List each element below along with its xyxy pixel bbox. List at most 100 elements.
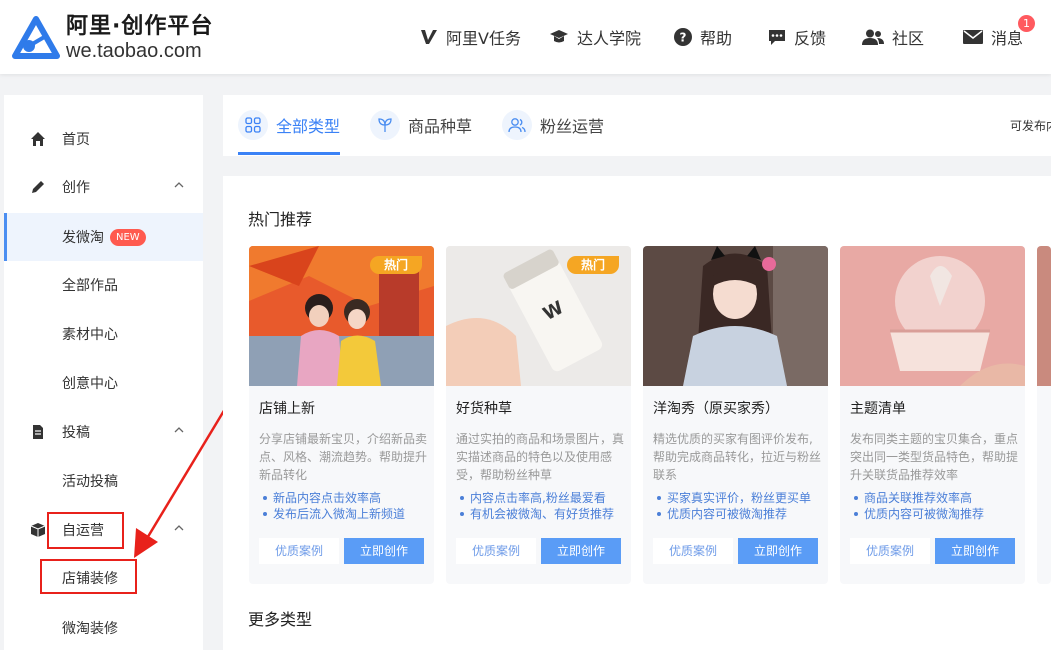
message-count-badge: 1 bbox=[1018, 15, 1035, 32]
nav-messages-label: 消息 bbox=[991, 29, 1024, 48]
nav-community[interactable]: 社区 bbox=[862, 26, 924, 48]
quality-case-button[interactable]: 优质案例 bbox=[456, 538, 536, 564]
logo-url: we.taobao.com bbox=[66, 40, 202, 62]
chat-bubble-icon bbox=[769, 29, 785, 45]
hot-badge: 热门 bbox=[370, 256, 422, 274]
pencil-icon bbox=[32, 181, 44, 193]
card-image[interactable] bbox=[1037, 246, 1051, 386]
card-image[interactable] bbox=[643, 246, 828, 386]
card-good-product: W 热门 好货种草 通过实拍的商品和场景图片，真实描述商品的特色以及使用感受，帮… bbox=[446, 246, 631, 584]
envelope-icon bbox=[963, 30, 983, 44]
grid-icon bbox=[238, 110, 268, 140]
sidebar-item-label: 素材中心 bbox=[62, 327, 118, 343]
v-icon bbox=[421, 30, 437, 44]
sidebar-item-label: 投稿 bbox=[62, 425, 90, 441]
nav-feedback-label: 反馈 bbox=[794, 29, 827, 48]
card-feature-list: 新品内容点击效率高 发布后流入微淘上新频道 bbox=[259, 490, 434, 522]
top-header: 阿里·创作平台 we.taobao.com 阿里V任务 达人学院 ? 帮助 反馈… bbox=[0, 0, 1051, 74]
card-description: 精选优质的买家有图评价发布,帮助完成商品转化，拉近与粉丝联系 bbox=[653, 432, 822, 482]
sidebar-item-label: 创意中心 bbox=[62, 376, 118, 392]
sprout-icon bbox=[370, 110, 400, 140]
sidebar-item-post-weitao[interactable]: 发微淘 NEW bbox=[4, 213, 203, 261]
fans-icon bbox=[502, 110, 532, 140]
chevron-up-icon bbox=[174, 182, 184, 188]
graduation-cap-icon bbox=[550, 30, 568, 43]
card-feature: 有机会被微淘、有好货推荐 bbox=[456, 506, 631, 522]
card-feature: 优质内容可被微淘推荐 bbox=[653, 506, 828, 522]
nav-v-task[interactable]: 阿里V任务 bbox=[420, 26, 521, 48]
main-content: 热门推荐 热门 店铺上新 分享店铺最新宝贝，介绍新品卖点、风格、潮流趋势。帮助提… bbox=[223, 176, 1051, 650]
sidebar-item-label: 发微淘 bbox=[62, 230, 104, 246]
quality-case-button[interactable]: 优质案例 bbox=[653, 538, 733, 564]
create-now-button[interactable]: 立即创作 bbox=[541, 538, 621, 564]
card-image[interactable] bbox=[840, 246, 1025, 386]
category-tabs: 全部类型 商品种草 粉丝运营 可发布内 bbox=[223, 95, 1051, 156]
card-description: 分享店铺最新宝贝，介绍新品卖点、风格、潮流趋势。帮助提升新品转化 bbox=[259, 432, 428, 482]
nav-feedback[interactable]: 反馈 bbox=[768, 26, 826, 48]
sidebar-item-label: 微淘装修 bbox=[62, 621, 118, 637]
nav-v-task-label: 阿里V任务 bbox=[446, 29, 521, 48]
card-image[interactable]: 热门 bbox=[249, 246, 434, 386]
card-feature-list: 买家真实评价，粉丝更买单 优质内容可被微淘推荐 bbox=[653, 490, 828, 522]
home-icon bbox=[31, 132, 45, 146]
sidebar-item-create[interactable]: 创作 bbox=[4, 163, 203, 211]
card-shop-new: 热门 店铺上新 分享店铺最新宝贝，介绍新品卖点、风格、潮流趋势。帮助提升新品转化… bbox=[249, 246, 434, 584]
help-icon: ? bbox=[674, 28, 692, 46]
sidebar-item-weitao-decor[interactable]: 微淘装修 bbox=[4, 604, 203, 650]
quality-case-button[interactable]: 优质案例 bbox=[850, 538, 930, 564]
highlight-box-shop-decor bbox=[40, 559, 137, 594]
annotation-arrow bbox=[134, 403, 230, 558]
tab-all-types[interactable]: 全部类型 bbox=[238, 109, 340, 141]
card-partial bbox=[1037, 246, 1051, 584]
card-image[interactable]: W 热门 bbox=[446, 246, 631, 386]
card-title: 好货种草 bbox=[456, 401, 512, 417]
tab-product-seeding[interactable]: 商品种草 bbox=[370, 109, 472, 141]
card-feature: 新品内容点击效率高 bbox=[259, 490, 434, 506]
card-theme-list: 主题清单 发布同类主题的宝贝集合，重点突出同一类型货品特色，帮助提升关联货品推荐… bbox=[840, 246, 1025, 584]
tab-label: 商品种草 bbox=[408, 117, 473, 136]
nav-help[interactable]: ? 帮助 bbox=[674, 26, 732, 48]
nav-messages[interactable]: 消息 bbox=[963, 26, 1023, 48]
create-now-button[interactable]: 立即创作 bbox=[738, 538, 818, 564]
section-title-more: 更多类型 bbox=[248, 610, 313, 629]
document-icon bbox=[33, 425, 43, 439]
card-feature: 发布后流入微淘上新频道 bbox=[259, 506, 434, 522]
nav-academy-label: 达人学院 bbox=[577, 29, 642, 48]
users-icon bbox=[862, 29, 884, 45]
card-feature: 商品关联推荐效率高 bbox=[850, 490, 1025, 506]
sidebar-item-label: 活动投稿 bbox=[62, 474, 118, 490]
create-now-button[interactable]: 立即创作 bbox=[935, 538, 1015, 564]
logo-icon bbox=[12, 16, 60, 60]
sidebar-item-all-works[interactable]: 全部作品 bbox=[4, 261, 203, 309]
card-feature-list: 商品关联推荐效率高 优质内容可被微淘推荐 bbox=[850, 490, 1025, 522]
card-feature-list: 内容点击率高,粉丝最爱看 有机会被微淘、有好货推荐 bbox=[456, 490, 631, 522]
card-feature: 买家真实评价，粉丝更买单 bbox=[653, 490, 828, 506]
section-title-hot: 热门推荐 bbox=[248, 210, 313, 229]
new-badge: NEW bbox=[110, 229, 146, 246]
tab-label: 粉丝运营 bbox=[540, 117, 605, 136]
nav-community-label: 社区 bbox=[892, 29, 925, 48]
hot-badge: 热门 bbox=[567, 256, 619, 274]
sidebar-item-home[interactable]: 首页 bbox=[4, 115, 203, 163]
sidebar-item-materials[interactable]: 素材中心 bbox=[4, 310, 203, 358]
card-title: 洋淘秀（原买家秀） bbox=[653, 401, 779, 417]
card-description: 发布同类主题的宝贝集合，重点突出同一类型货品特色，帮助提升关联货品推荐效率 bbox=[850, 432, 1019, 482]
active-tab-underline bbox=[238, 152, 340, 155]
box-icon bbox=[30, 523, 46, 537]
logo[interactable]: 阿里·创作平台 we.taobao.com bbox=[12, 14, 213, 62]
sidebar-item-label: 创作 bbox=[62, 180, 90, 196]
sidebar-item-label: 全部作品 bbox=[62, 278, 118, 294]
card-title: 店铺上新 bbox=[259, 401, 315, 417]
card-buyer-show: 洋淘秀（原买家秀） 精选优质的买家有图评价发布,帮助完成商品转化，拉近与粉丝联系… bbox=[643, 246, 828, 584]
svg-text:?: ? bbox=[680, 31, 687, 45]
create-now-button[interactable]: 立即创作 bbox=[344, 538, 424, 564]
sidebar-item-label: 首页 bbox=[62, 132, 90, 148]
card-feature: 内容点击率高,粉丝最爱看 bbox=[456, 490, 631, 506]
publish-info-text: 可发布内 bbox=[1010, 119, 1051, 133]
quality-case-button[interactable]: 优质案例 bbox=[259, 538, 339, 564]
card-feature: 优质内容可被微淘推荐 bbox=[850, 506, 1025, 522]
logo-title: 阿里·创作平台 bbox=[66, 14, 214, 39]
nav-help-label: 帮助 bbox=[700, 29, 733, 48]
nav-academy[interactable]: 达人学院 bbox=[549, 26, 641, 48]
tab-fan-operation[interactable]: 粉丝运营 bbox=[502, 109, 604, 141]
